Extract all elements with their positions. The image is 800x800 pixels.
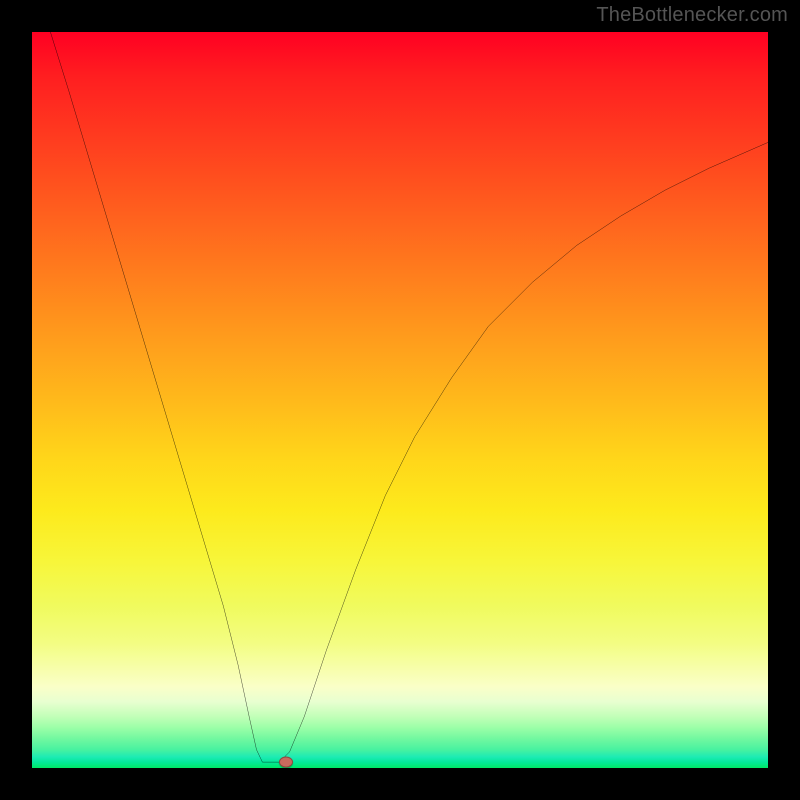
optimal-point-marker (279, 757, 293, 768)
curve-path (50, 32, 768, 762)
bottleneck-curve (32, 32, 768, 768)
plot-area (32, 32, 768, 768)
chart-frame: TheBottlenecker.com (0, 0, 800, 800)
watermark-text: TheBottlenecker.com (596, 4, 788, 27)
